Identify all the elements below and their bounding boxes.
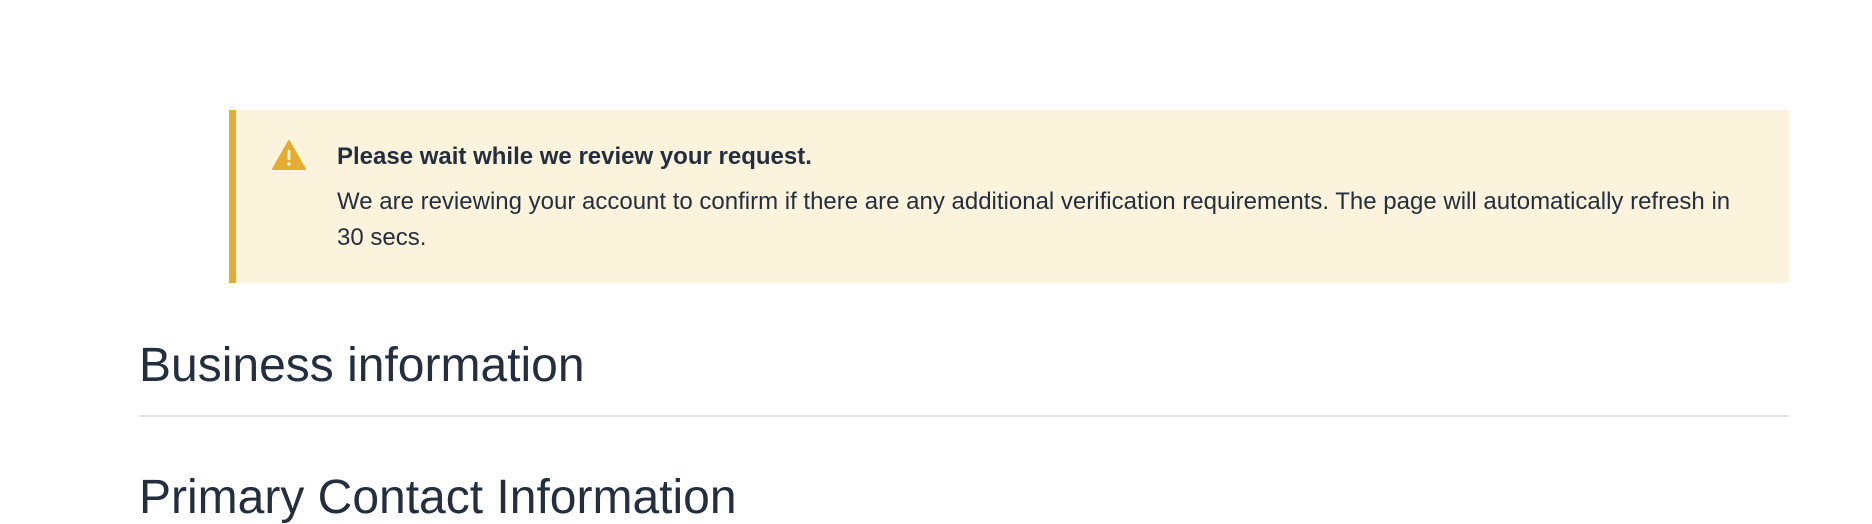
section-divider	[139, 415, 1789, 417]
business-information-heading: Business information	[139, 339, 585, 392]
primary-contact-information-heading: Primary Contact Information	[139, 471, 737, 524]
review-warning-alert: Please wait while we review your request…	[229, 110, 1789, 283]
alert-message: We are reviewing your account to confirm…	[337, 188, 1731, 251]
alert-title: Please wait while we review your request…	[337, 143, 812, 170]
warning-triangle-icon	[272, 140, 306, 170]
